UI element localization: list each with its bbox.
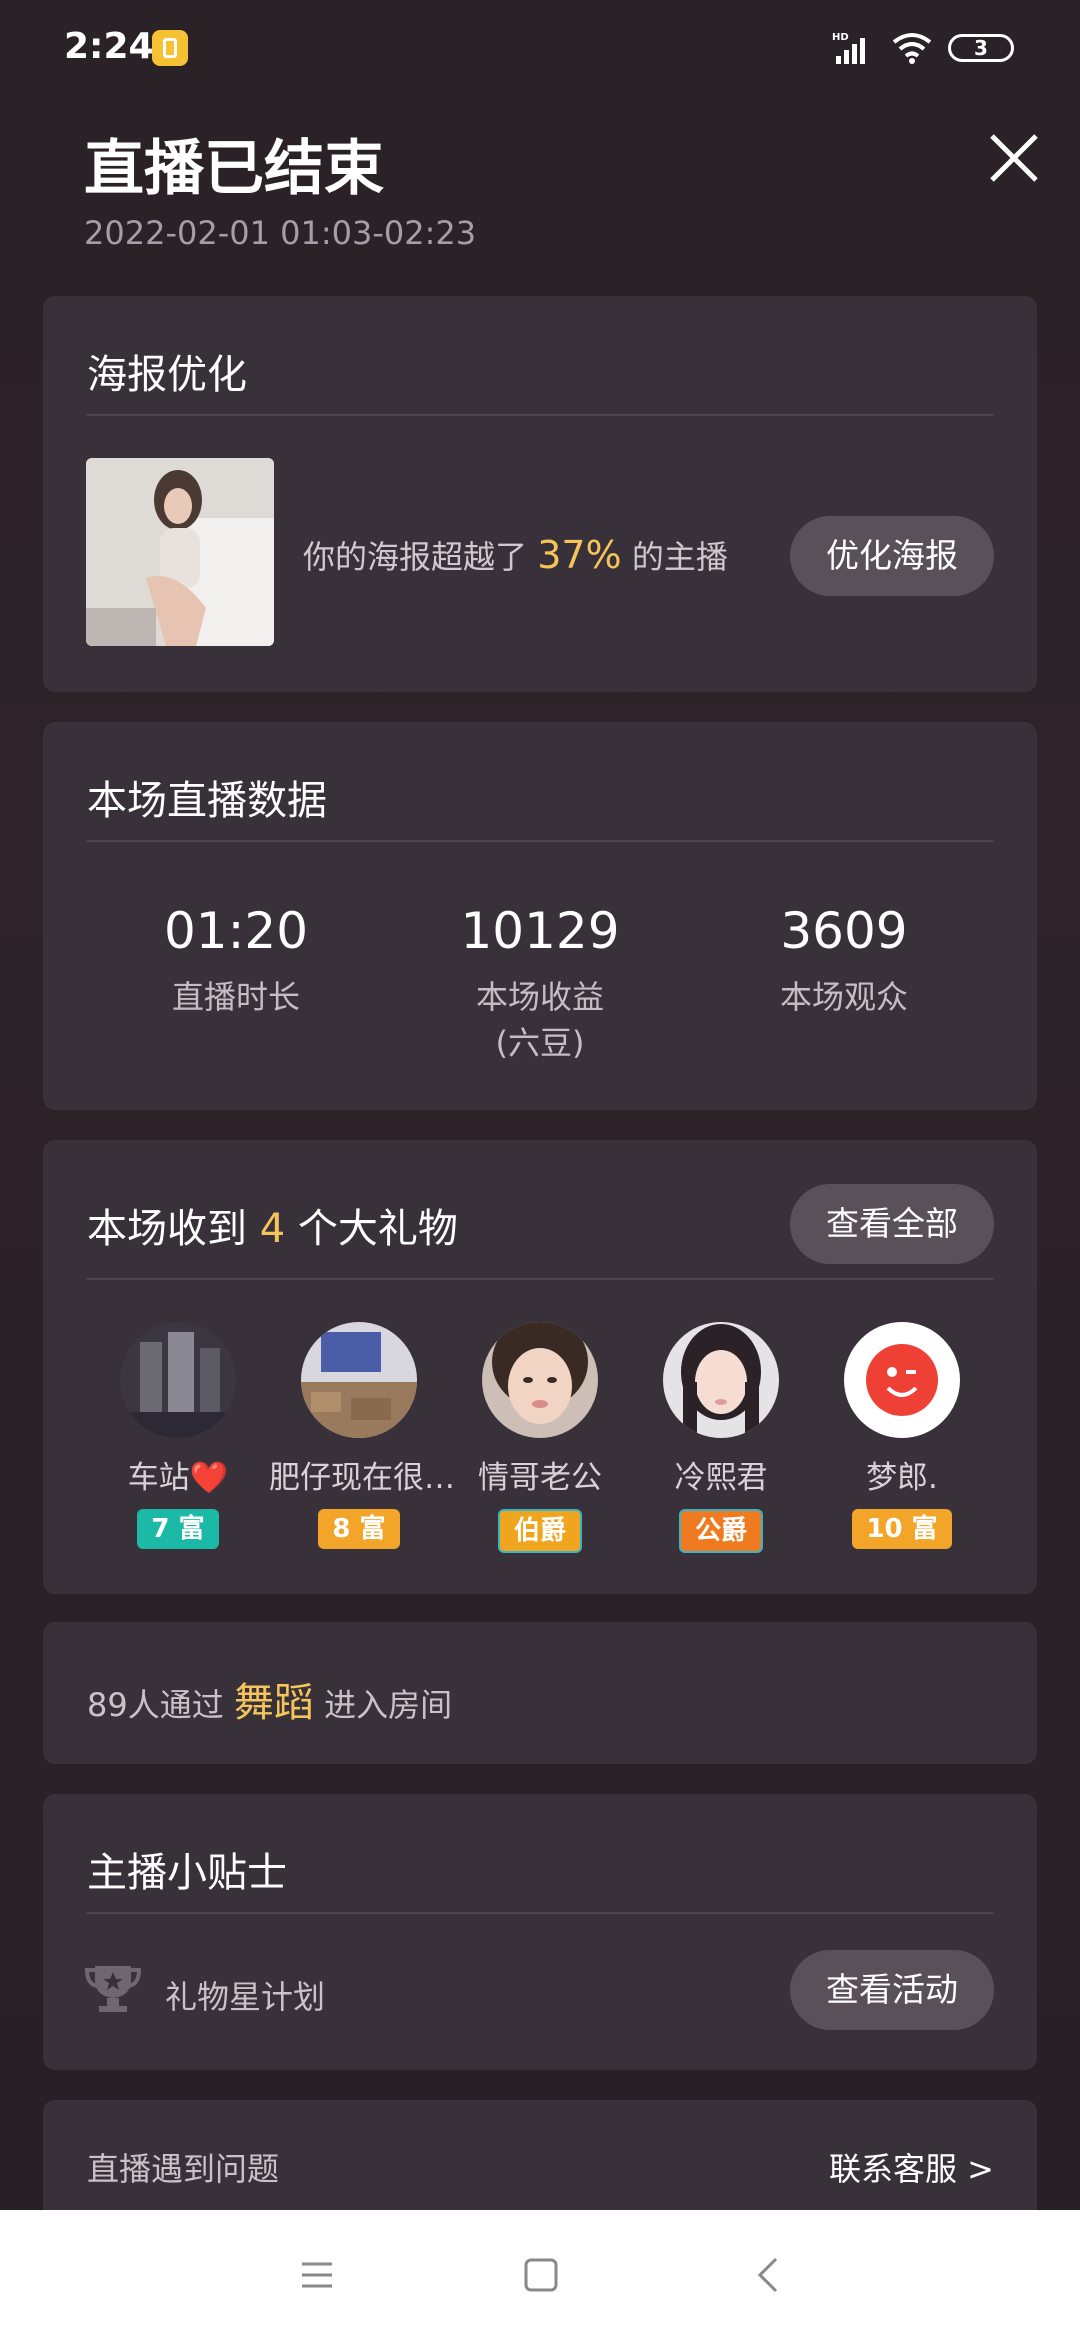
notification-icon <box>152 30 188 66</box>
live-time-range: 2022-02-01 01:03-02:23 <box>84 214 477 252</box>
stat-duration: 01:20 直播时长 <box>86 902 386 1020</box>
gift-user-name: 情哥老公 <box>478 1460 602 1496</box>
stat-value: 3609 <box>780 902 908 960</box>
stat-label-main: 本场收益 <box>475 978 604 1016</box>
live-stats-card: 本场直播数据 01:20 直播时长 10129 本场收益 (六豆) 3609 本… <box>43 722 1037 1110</box>
poster-card-title: 海报优化 <box>87 352 247 398</box>
anchor-tips-card: 主播小贴士 礼物星计划 查看活动 <box>43 1794 1037 2070</box>
stat-audience: 3609 本场观众 <box>694 902 994 1020</box>
heart-icon: ❤️ <box>189 1460 229 1496</box>
help-label: 直播遇到问题 <box>87 2150 280 2188</box>
gifts-title: 本场收到 4 个大礼物 <box>87 1196 458 1254</box>
stat-label: 本场观众 <box>779 978 908 1016</box>
system-nav-bar <box>0 2210 1080 2340</box>
rank-badge: 8 富 <box>318 1509 400 1549</box>
avatar <box>663 1322 779 1438</box>
stat-label-unit: (六豆) <box>495 1024 585 1062</box>
close-icon[interactable] <box>986 130 1042 186</box>
gift-user[interactable]: 车站❤️ 7 富 <box>88 1322 268 1549</box>
avatar <box>482 1322 598 1438</box>
contact-support-link[interactable]: 联系客服 > <box>829 2144 994 2190</box>
entry-count: 89人通过 <box>87 1686 224 1724</box>
divider <box>87 1278 993 1280</box>
stat-label: 本场收益 (六豆) <box>390 974 690 1066</box>
trophy-icon <box>85 1966 141 2012</box>
stat-income: 10129 本场收益 (六豆) <box>390 902 690 1066</box>
poster-percent: 37% <box>537 533 622 577</box>
rank-badge: 伯爵 <box>497 1509 582 1553</box>
entry-suffix: 进入房间 <box>324 1686 453 1724</box>
poster-thumbnail[interactable] <box>86 458 274 646</box>
entry-source-text: 89人通过 舞蹈 进入房间 <box>87 1670 452 1728</box>
back-icon[interactable] <box>756 2256 780 2294</box>
poster-card: 海报优化 你的海报超越了 37% 的主播 优化海报 <box>43 296 1037 692</box>
divider <box>87 1912 993 1914</box>
stat-value: 01:20 <box>163 902 309 960</box>
gift-user[interactable]: 肥仔现在很… 8 富 <box>269 1322 455 1549</box>
poster-rank-text: 你的海报超越了 37% 的主播 <box>303 532 728 578</box>
optimize-poster-button[interactable]: 优化海报 <box>790 516 994 596</box>
divider <box>87 414 993 416</box>
stat-label: 直播时长 <box>171 978 300 1016</box>
gift-user-name: 肥仔现在很… <box>269 1460 455 1496</box>
view-all-gifts-button[interactable]: 查看全部 <box>790 1184 994 1264</box>
poster-text-after: 的主播 <box>631 538 728 576</box>
wifi-icon <box>892 33 932 64</box>
gift-user-name: 梦郎. <box>866 1460 938 1496</box>
menu-icon[interactable] <box>300 2260 334 2290</box>
rank-badge: 公爵 <box>678 1509 763 1553</box>
divider <box>87 840 993 842</box>
status-bar: 2:24 HD 3 <box>0 0 1080 100</box>
avatar <box>120 1322 236 1438</box>
view-activity-button[interactable]: 查看活动 <box>790 1950 994 2030</box>
tips-title: 主播小贴士 <box>87 1850 287 1896</box>
gift-user[interactable]: 情哥老公 伯爵 <box>450 1322 630 1553</box>
entry-source-card: 89人通过 舞蹈 进入房间 <box>43 1622 1037 1764</box>
gifts-title-before: 本场收到 <box>87 1206 247 1252</box>
gifts-count: 4 <box>259 1206 286 1252</box>
battery-icon: 3 <box>948 34 1014 62</box>
rank-badge: 10 富 <box>852 1509 952 1549</box>
rank-badge: 7 富 <box>137 1509 219 1549</box>
gift-user[interactable]: 梦郎. 10 富 <box>812 1322 992 1549</box>
signal-icon: HD <box>832 32 865 64</box>
gift-user[interactable]: 冷熙君 公爵 <box>631 1322 811 1553</box>
entry-source: 舞蹈 <box>233 1680 314 1726</box>
gift-user-name: 冷熙君 <box>674 1460 768 1496</box>
live-stats-title: 本场直播数据 <box>87 778 327 824</box>
page-title: 直播已结束 <box>84 134 384 204</box>
gift-user-name: 车站❤️ <box>127 1460 229 1496</box>
poster-text-before: 你的海报超越了 <box>303 538 528 576</box>
home-icon[interactable] <box>524 2258 558 2292</box>
gifts-card: 本场收到 4 个大礼物 查看全部 车站❤️ 7 富 肥仔现在很… 8 富 情哥老… <box>43 1140 1037 1594</box>
avatar <box>844 1322 960 1438</box>
network-label: HD <box>832 32 849 43</box>
gifts-title-after: 个大礼物 <box>297 1206 458 1252</box>
stat-value: 10129 <box>460 902 620 960</box>
status-time: 2:24 <box>64 26 154 67</box>
tips-item-label: 礼物星计划 <box>165 1978 326 2016</box>
avatar <box>301 1322 417 1438</box>
